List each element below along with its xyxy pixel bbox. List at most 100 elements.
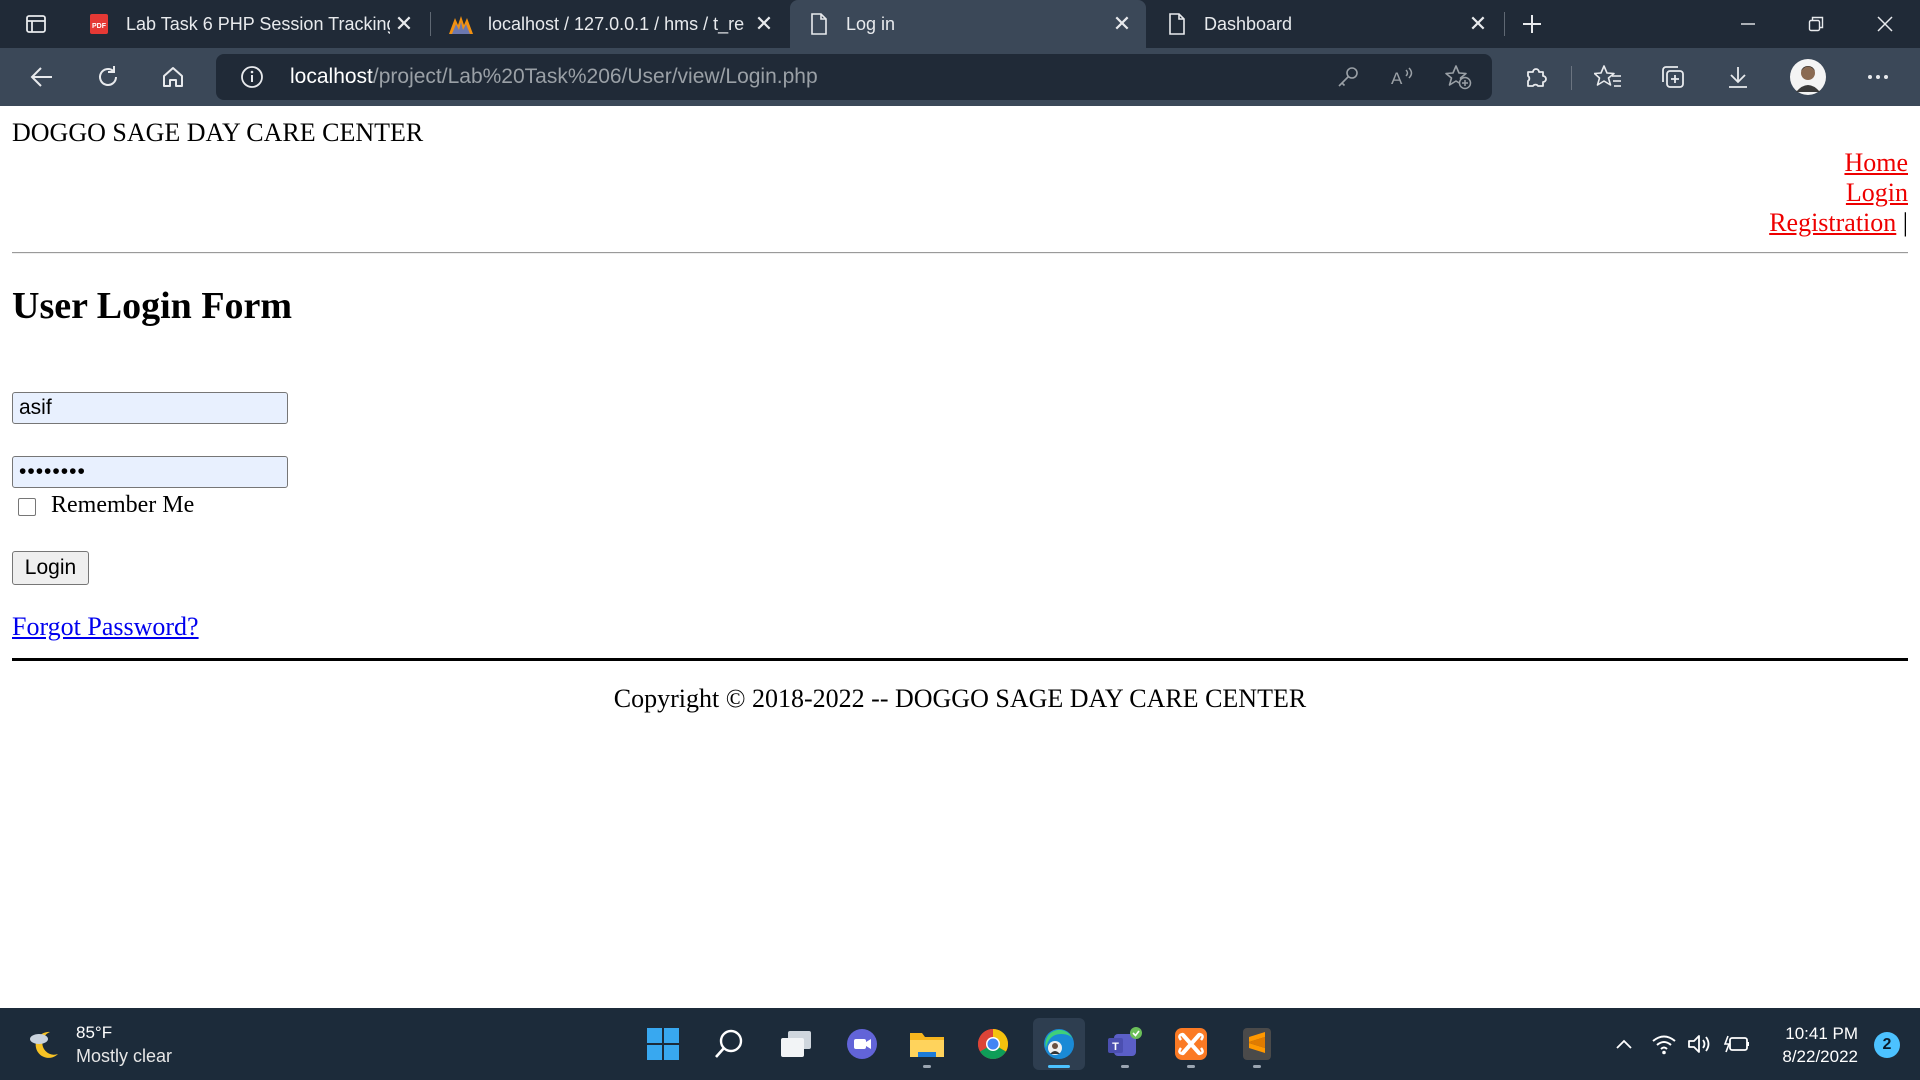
page-icon [1164,11,1190,37]
task-view-icon [781,1031,811,1057]
minimize-icon [1741,23,1755,25]
nav-home-link[interactable]: Home [1844,148,1908,177]
folder-icon [910,1033,944,1057]
tab-actions-icon [26,15,46,33]
svg-text:A: A [1391,69,1403,88]
notification-badge[interactable]: 2 [1874,1032,1900,1058]
address-bar[interactable]: localhost/project/Lab%20Task%206/User/vi… [216,54,1492,100]
weather-temperature: 85°F [76,1023,113,1042]
taskbar-sublime-text[interactable] [1231,1018,1283,1070]
wifi-icon [1652,1035,1676,1055]
weather-condition: Mostly clear [76,1046,173,1066]
nav-separator: | [1902,208,1908,237]
battery-charging-icon [1724,1035,1749,1053]
running-indicator [923,1065,931,1068]
volume-button[interactable] [1686,1030,1714,1058]
site-name: DOGGO SAGE DAY CARE CENTER [12,118,424,147]
nav-registration-link[interactable]: Registration [1769,208,1896,237]
favorites-button[interactable] [1586,55,1630,99]
remember-me-row: Remember Me [12,492,194,519]
close-tab-icon[interactable]: ✕ [1464,10,1492,38]
puzzle-icon [1527,68,1547,87]
home-icon [163,67,183,87]
chat-icon [847,1029,877,1059]
close-tab-icon[interactable]: ✕ [390,10,418,38]
tab-phpmyadmin[interactable]: localhost / 127.0.0.1 / hms / t_re ✕ [432,0,788,48]
new-tab-button[interactable] [1498,0,1566,48]
clock-time: 10:41 PM [1785,1024,1858,1043]
refresh-icon [99,66,117,86]
moon-cloud-icon [30,1031,58,1058]
collections-icon [1662,66,1684,88]
read-aloud-icon[interactable]: A [1390,65,1416,94]
close-window-button[interactable] [1850,0,1920,48]
add-favorite-icon[interactable] [1444,64,1472,95]
collections-button[interactable] [1651,55,1695,99]
browser-toolbar: localhost/project/Lab%20Task%206/User/vi… [0,48,1920,106]
tab-log-in[interactable]: Log in ✕ [790,0,1146,48]
password-field[interactable]: •••••••• [12,456,288,488]
remember-me-label[interactable]: Remember Me [51,492,194,519]
sublime-text-icon [1243,1028,1271,1060]
refresh-button[interactable] [86,55,130,99]
task-view-button[interactable] [770,1018,822,1070]
key-icon[interactable] [1336,65,1360,94]
url-text[interactable]: localhost/project/Lab%20Task%206/User/vi… [290,54,818,100]
search-icon [715,1029,743,1058]
username-field[interactable]: asif [12,392,288,424]
tab-title: Dashboard [1204,13,1293,34]
tab-lab-task-pdf[interactable]: PDF Lab Task 6 PHP Session Tracking ✕ [70,0,428,48]
login-button[interactable]: Login [12,551,89,585]
edge-icon [1044,1029,1074,1059]
close-tab-icon[interactable]: ✕ [750,10,778,38]
url-path: /project/Lab%20Task%206/User/view/Login.… [372,65,818,88]
downloads-button[interactable] [1716,55,1760,99]
clock-date: 8/22/2022 [1782,1047,1858,1066]
network-button[interactable] [1650,1030,1678,1058]
running-indicator [1048,1065,1070,1068]
tab-dashboard[interactable]: Dashboard ✕ [1148,0,1502,48]
search-button[interactable] [703,1018,755,1070]
header-divider [12,252,1908,254]
chat-button[interactable] [836,1018,888,1070]
avatar [1790,59,1826,95]
taskbar-file-explorer[interactable] [901,1018,953,1070]
running-indicator [1187,1065,1195,1068]
top-nav: Home Login Registration | [1769,148,1908,238]
nav-login-link[interactable]: Login [1846,178,1908,207]
taskbar-xampp[interactable] [1165,1018,1217,1070]
minimize-button[interactable] [1713,0,1783,48]
chrome-icon [977,1029,1009,1060]
more-icon [1868,75,1888,79]
web-page: DOGGO SAGE DAY CARE CENTER Home Login Re… [0,106,1920,1008]
page-icon [806,11,832,37]
weather-widget[interactable]: 85°F Mostly clear [26,1022,172,1068]
taskbar-clock[interactable]: 10:41 PM 8/22/2022 [1782,1022,1858,1068]
start-button[interactable] [637,1018,689,1070]
show-hidden-icons-button[interactable] [1610,1030,1638,1058]
tab-separator [430,12,431,36]
forgot-password-link[interactable]: Forgot Password? [12,612,199,642]
battery-button[interactable] [1723,1030,1751,1058]
profile-button[interactable] [1786,55,1830,99]
back-button[interactable] [20,55,64,99]
windows-logo-icon [647,1028,679,1060]
close-tab-icon[interactable]: ✕ [1108,10,1136,38]
page-title: User Login Form [12,285,293,327]
info-icon[interactable] [240,65,264,94]
tab-actions-button[interactable] [12,0,60,48]
tab-title: Log in [846,13,896,34]
remember-me-checkbox[interactable] [18,497,36,516]
taskbar-chrome[interactable] [967,1018,1019,1070]
taskbar-teams[interactable]: T [1099,1018,1151,1070]
settings-more-button[interactable] [1856,55,1900,99]
running-indicator [1253,1065,1261,1068]
browser-tab-bar: PDF Lab Task 6 PHP Session Tracking ✕ lo… [0,0,1920,48]
restore-button[interactable] [1781,0,1851,48]
home-button[interactable] [151,55,195,99]
teams-icon: T [1108,1027,1142,1056]
taskbar-edge[interactable] [1033,1018,1085,1070]
phpmyadmin-icon [448,11,474,37]
extensions-button[interactable] [1514,55,1558,99]
svg-text:PDF: PDF [92,23,107,30]
